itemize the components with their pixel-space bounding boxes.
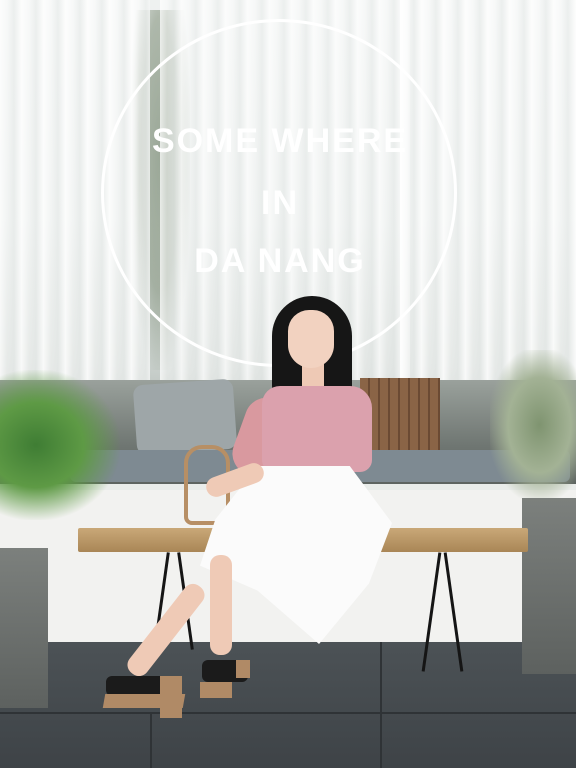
tiled-floor (0, 642, 576, 768)
woman-leg (210, 555, 232, 655)
sandal-heel (160, 676, 182, 718)
pink-off-shoulder-blouse (262, 386, 372, 472)
tile-seam (150, 714, 152, 768)
concrete-planter-right (522, 498, 576, 674)
tile-seam (0, 712, 576, 714)
photo-scene: SOME WHERE IN DA NANG (0, 0, 576, 768)
grey-pillow (132, 378, 238, 456)
concrete-planter-left (0, 548, 48, 708)
sandal-heel (236, 660, 250, 678)
tile-seam (380, 642, 382, 768)
sign-line-3: DA NANG (194, 242, 366, 280)
sign-line-2: IN (261, 184, 299, 222)
olive-plant (490, 350, 576, 500)
sandal-sole (200, 682, 232, 698)
sign-line-1: SOME WHERE (151, 122, 409, 160)
woman-face (288, 310, 334, 368)
wooden-crate (360, 378, 440, 450)
palm-plant (0, 370, 120, 520)
